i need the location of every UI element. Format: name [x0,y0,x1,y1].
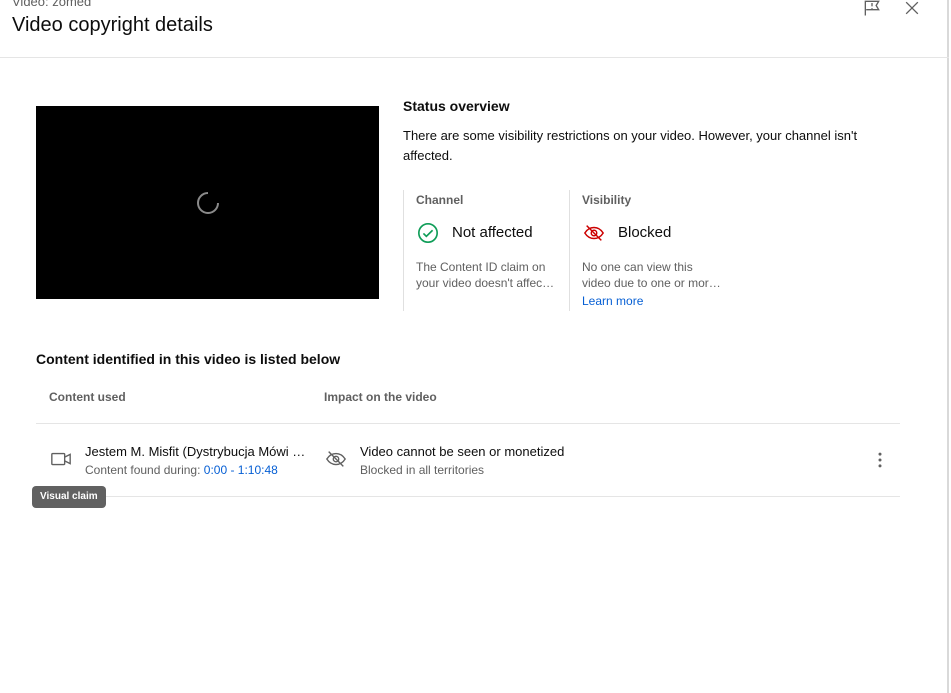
channel-status-text: Not affected [452,224,533,241]
status-overview-description: There are some visibility restrictions o… [403,128,858,163]
channel-status-card: Channel Not affected The Content ID clai… [403,190,569,311]
learn-more-link[interactable]: Learn more [582,293,643,309]
content-section-title: Content identified in this video is list… [36,351,341,367]
check-circle-icon [416,221,440,245]
impact-title: Video cannot be seen or monetized [360,444,565,459]
channel-status: Not affected [416,221,533,245]
column-header-content-used: Content used [49,390,126,404]
feedback-flag-icon[interactable] [860,0,884,20]
claim-time-range[interactable]: 0:00 - 1:10:48 [204,463,278,477]
close-icon[interactable] [900,0,924,20]
video-camera-icon [49,447,73,471]
copyright-dialog: Video: zomed Video copyright details Sta… [0,0,949,693]
visibility-status-card: Visibility Blocked No one can view this … [569,190,735,311]
visibility-label: Visibility [582,193,632,207]
dialog-header: Video: zomed Video copyright details [0,0,949,58]
more-options-icon[interactable] [868,448,892,472]
visibility-status-text: Blocked [618,224,672,241]
visual-claim-tooltip: Visual claim [32,486,106,508]
video-player[interactable] [36,106,379,299]
eye-off-icon [582,221,606,245]
impact-subtitle: Blocked in all territories [360,463,485,477]
table-row[interactable]: Jestem M. Misfit (Dystrybucja Mówi … Con… [36,424,900,496]
status-overview-title: Status overview [403,98,510,114]
visibility-status: Blocked [582,221,671,245]
video-label: Video: zomed [12,0,92,9]
table-divider [36,496,900,497]
column-header-impact: Impact on the video [324,390,437,404]
eye-off-icon [324,447,348,471]
claim-found-during: Content found during: 0:00 - 1:10:48 [85,463,278,477]
channel-label: Channel [416,193,464,207]
visibility-description: No one can view this video due to one or… [582,260,721,290]
channel-description: The Content ID claim on your video doesn… [416,260,555,290]
dialog-title: Video copyright details [12,14,213,36]
claim-title[interactable]: Jestem M. Misfit (Dystrybucja Mówi … [85,443,307,460]
loading-spinner-icon [197,192,219,214]
